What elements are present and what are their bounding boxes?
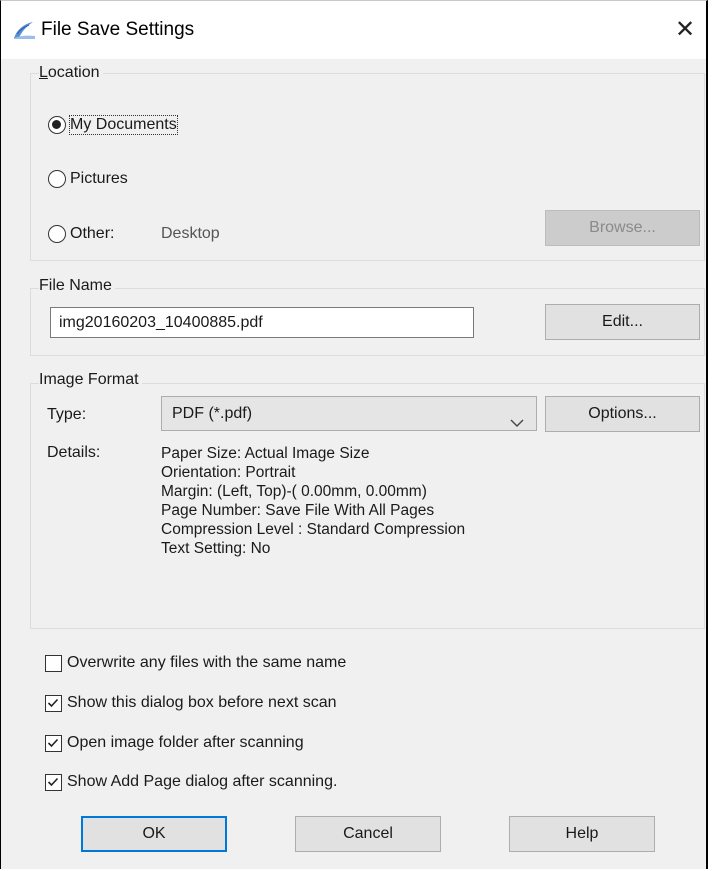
checkbox-label: Show Add Page dialog after scanning. (67, 773, 338, 790)
cancel-button[interactable]: Cancel (295, 816, 441, 852)
file-name-group-label: File Name (39, 277, 115, 295)
checkbox-overwrite[interactable]: Overwrite any files with the same name (45, 651, 346, 675)
cancel-button-label: Cancel (343, 825, 393, 842)
details-line: Margin: (Left, Top)-( 0.00mm, 0.00mm) (161, 483, 427, 500)
details-label: Details: (47, 444, 101, 461)
checkbox-label: Overwrite any files with the same name (67, 654, 347, 671)
ok-button[interactable]: OK (81, 816, 227, 852)
radio-my-documents[interactable]: My Documents (48, 113, 178, 137)
check-icon (47, 738, 59, 747)
checkbox-label: Open image folder after scanning (67, 734, 304, 751)
radio-other[interactable]: Other: (48, 222, 114, 246)
options-button-label: Options... (588, 405, 657, 422)
file-name-value: img20160203_10400885.pdf (59, 314, 263, 331)
scanner-feather-icon (11, 20, 37, 42)
file-name-input[interactable]: img20160203_10400885.pdf (50, 307, 474, 338)
type-label: Type: (47, 406, 87, 423)
dialog-title: File Save Settings (41, 19, 195, 40)
location-group-label: Location (39, 64, 103, 82)
file-save-settings-dialog: File Save Settings ✕ Location My Documen… (0, 0, 708, 869)
checkbox-box[interactable] (45, 654, 62, 672)
radio-indicator[interactable] (48, 170, 66, 188)
radio-label: Other: (70, 225, 115, 242)
options-button[interactable]: Options... (545, 396, 700, 432)
location-label-rest: ocation (47, 64, 100, 81)
checkbox-box[interactable] (45, 773, 62, 791)
details-line: Orientation: Portrait (161, 464, 296, 481)
type-select-value: PDF (*.pdf) (172, 405, 253, 422)
type-select[interactable]: PDF (*.pdf) (161, 396, 537, 431)
check-icon (47, 777, 59, 786)
chevron-down-icon (510, 407, 524, 440)
help-button-label: Help (565, 825, 599, 842)
check-icon (47, 698, 59, 707)
details-list: Paper Size: Actual Image Size Orientatio… (161, 444, 681, 558)
details-line: Compression Level : Standard Compression (161, 521, 466, 538)
image-format-group-label: Image Format (39, 371, 142, 389)
ok-button-label: OK (142, 825, 166, 842)
radio-label: Pictures (70, 170, 128, 187)
radio-indicator[interactable] (48, 225, 66, 243)
details-line: Page Number: Save File With All Pages (161, 502, 435, 519)
checkbox-show-dialog[interactable]: Show this dialog box before next scan (45, 691, 337, 715)
title-bar[interactable]: File Save Settings ✕ (1, 1, 706, 59)
radio-label: My Documents (69, 115, 178, 135)
browse-button-label: Browse... (589, 219, 656, 236)
edit-button-label: Edit... (602, 313, 643, 330)
details-line: Paper Size: Actual Image Size (161, 445, 370, 462)
checkbox-label: Show this dialog box before next scan (67, 694, 337, 711)
details-line: Text Setting: No (161, 540, 271, 557)
checkbox-box[interactable] (45, 694, 62, 712)
browse-button[interactable]: Browse... (545, 210, 700, 246)
checkbox-open-folder[interactable]: Open image folder after scanning (45, 731, 304, 755)
help-button[interactable]: Help (509, 816, 655, 852)
close-icon[interactable]: ✕ (668, 11, 702, 47)
edit-button[interactable]: Edit... (545, 304, 700, 340)
other-location-value: Desktop (161, 225, 220, 242)
checkbox-box[interactable] (45, 734, 62, 752)
radio-indicator[interactable] (48, 116, 66, 134)
radio-pictures[interactable]: Pictures (48, 167, 128, 191)
checkbox-add-page[interactable]: Show Add Page dialog after scanning. (45, 770, 337, 794)
